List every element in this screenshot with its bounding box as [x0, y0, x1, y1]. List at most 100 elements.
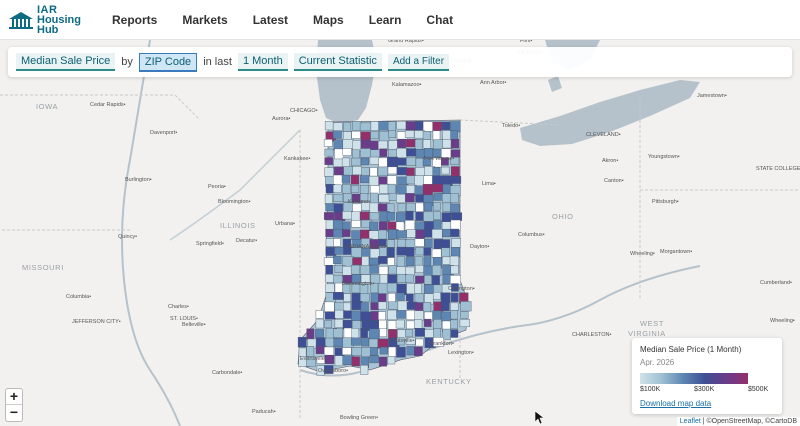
zip-area[interactable]	[333, 194, 344, 202]
zip-area[interactable]	[332, 219, 343, 231]
zip-area[interactable]	[386, 239, 395, 248]
zip-area[interactable]	[324, 301, 335, 313]
zip-area[interactable]	[351, 185, 360, 193]
zip-area[interactable]	[405, 247, 415, 257]
zip-area[interactable]	[297, 337, 307, 348]
zip-area[interactable]	[414, 302, 424, 312]
zip-area[interactable]	[450, 138, 459, 149]
zip-area[interactable]	[414, 256, 423, 267]
zip-area[interactable]	[378, 194, 390, 203]
nav-reports[interactable]: Reports	[112, 13, 157, 27]
zip-area[interactable]	[451, 238, 461, 249]
zip-area[interactable]	[404, 220, 416, 231]
zip-area[interactable]	[351, 347, 363, 356]
zip-area[interactable]	[415, 229, 425, 239]
zip-area[interactable]	[342, 184, 351, 194]
zip-area[interactable]	[324, 121, 334, 131]
zip-area[interactable]	[378, 311, 386, 321]
zip-area[interactable]	[460, 301, 472, 312]
zip-area[interactable]	[333, 174, 344, 186]
zip-area[interactable]	[388, 301, 400, 310]
zip-area[interactable]	[450, 121, 461, 133]
zip-area[interactable]	[404, 130, 415, 139]
zip-area[interactable]	[361, 256, 370, 267]
zip-area[interactable]	[450, 219, 461, 231]
zip-area[interactable]	[386, 212, 395, 221]
zip-area[interactable]	[369, 192, 379, 204]
zip-area[interactable]	[406, 346, 416, 356]
zip-area[interactable]	[388, 130, 397, 138]
zip-area[interactable]	[324, 157, 333, 165]
zip-area[interactable]	[414, 328, 426, 337]
zip-area[interactable]	[378, 301, 387, 310]
zip-area[interactable]	[359, 122, 372, 131]
zip-area[interactable]	[387, 309, 398, 321]
zip-area[interactable]	[450, 319, 458, 329]
zip-area[interactable]	[415, 149, 425, 158]
zip-area[interactable]	[352, 149, 360, 160]
zip-area[interactable]	[360, 311, 372, 322]
zip-area[interactable]	[360, 302, 369, 314]
zip-area[interactable]	[369, 265, 379, 274]
zip-area[interactable]	[397, 203, 406, 212]
zip-area[interactable]	[423, 256, 432, 268]
zip-area[interactable]	[396, 167, 408, 175]
zip-area[interactable]	[433, 202, 441, 211]
zip-area[interactable]	[379, 356, 388, 367]
zip-area[interactable]	[450, 228, 460, 237]
zip-area[interactable]	[314, 329, 324, 338]
zip-area[interactable]	[360, 293, 370, 303]
zip-area[interactable]	[368, 175, 380, 187]
zip-area[interactable]	[396, 346, 406, 358]
zip-area[interactable]	[432, 183, 443, 193]
zip-area[interactable]	[422, 121, 434, 132]
zip-area[interactable]	[387, 166, 398, 175]
zip-area[interactable]	[432, 265, 442, 277]
zip-area[interactable]	[360, 131, 371, 141]
nav-latest[interactable]: Latest	[253, 13, 288, 27]
zip-area[interactable]	[415, 275, 425, 284]
zip-area[interactable]	[396, 193, 406, 204]
zip-area[interactable]	[387, 156, 398, 169]
zip-area[interactable]	[414, 283, 422, 294]
zip-area[interactable]	[396, 246, 408, 256]
zip-area[interactable]	[422, 139, 432, 150]
zip-area[interactable]	[451, 176, 462, 184]
zip-area[interactable]	[334, 166, 345, 176]
zip-area[interactable]	[440, 166, 450, 175]
zip-area[interactable]	[414, 238, 425, 247]
zip-area[interactable]	[405, 121, 416, 131]
zip-area[interactable]	[442, 139, 452, 149]
zip-area[interactable]	[396, 310, 407, 319]
zip-area[interactable]	[361, 337, 370, 347]
zip-area[interactable]	[424, 318, 432, 327]
zip-area[interactable]	[360, 175, 370, 184]
zip-area[interactable]	[433, 319, 442, 329]
zip-area[interactable]	[325, 238, 334, 247]
zip-area[interactable]	[324, 212, 335, 220]
zip-area[interactable]	[460, 311, 469, 319]
zip-area[interactable]	[395, 319, 405, 329]
zip-area[interactable]	[351, 328, 360, 340]
zip-area[interactable]	[387, 274, 397, 285]
zip-area[interactable]	[396, 292, 405, 301]
zip-area[interactable]	[423, 247, 432, 256]
nav-chat[interactable]: Chat	[426, 13, 453, 27]
zip-area[interactable]	[415, 264, 424, 273]
zip-area[interactable]	[369, 355, 379, 364]
zip-area[interactable]	[341, 157, 350, 168]
zip-area[interactable]	[332, 130, 342, 139]
zip-area[interactable]	[459, 319, 471, 328]
zip-area[interactable]	[370, 131, 379, 140]
zip-area[interactable]	[351, 157, 361, 167]
zip-area[interactable]	[415, 202, 424, 213]
zip-area[interactable]	[334, 309, 345, 319]
zip-area[interactable]	[333, 228, 344, 238]
zip-area[interactable]	[450, 310, 459, 320]
zip-area[interactable]	[342, 139, 354, 150]
zip-area[interactable]	[405, 274, 414, 283]
zip-area[interactable]	[378, 256, 389, 264]
zip-area[interactable]	[379, 131, 390, 143]
zip-area[interactable]	[449, 255, 459, 267]
zip-area[interactable]	[333, 184, 342, 193]
